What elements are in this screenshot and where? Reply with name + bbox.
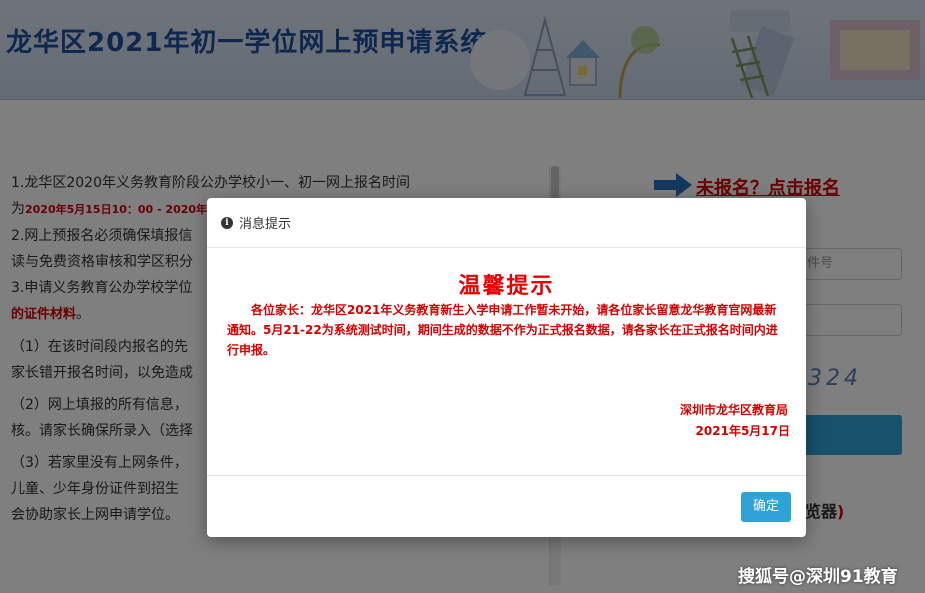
notice-heading: 温馨提示 bbox=[458, 274, 555, 299]
dialog-body: 温馨提示 各位家长：龙华区2021年义务教育新生入学申请工作暂未开始，请各位家长… bbox=[207, 248, 806, 476]
dialog-header: i 消息提示 bbox=[207, 198, 806, 248]
confirm-button[interactable]: 确定 bbox=[741, 492, 791, 522]
watermark: 搜狐号@深圳91教育 bbox=[738, 567, 898, 587]
dialog-title: 消息提示 bbox=[239, 217, 292, 232]
notice-message: 各位家长：龙华区2021年义务教育新生入学申请工作暂未开始，请各位家长留意龙华教… bbox=[227, 303, 778, 357]
info-icon: i bbox=[221, 216, 233, 229]
notice-date: 2021年5月17日 bbox=[695, 424, 790, 438]
notice-organization: 深圳市龙华区教育局 bbox=[679, 403, 788, 417]
message-dialog: i 消息提示 温馨提示 各位家长：龙华区2021年义务教育新生入学申请工作暂未开… bbox=[207, 198, 806, 537]
